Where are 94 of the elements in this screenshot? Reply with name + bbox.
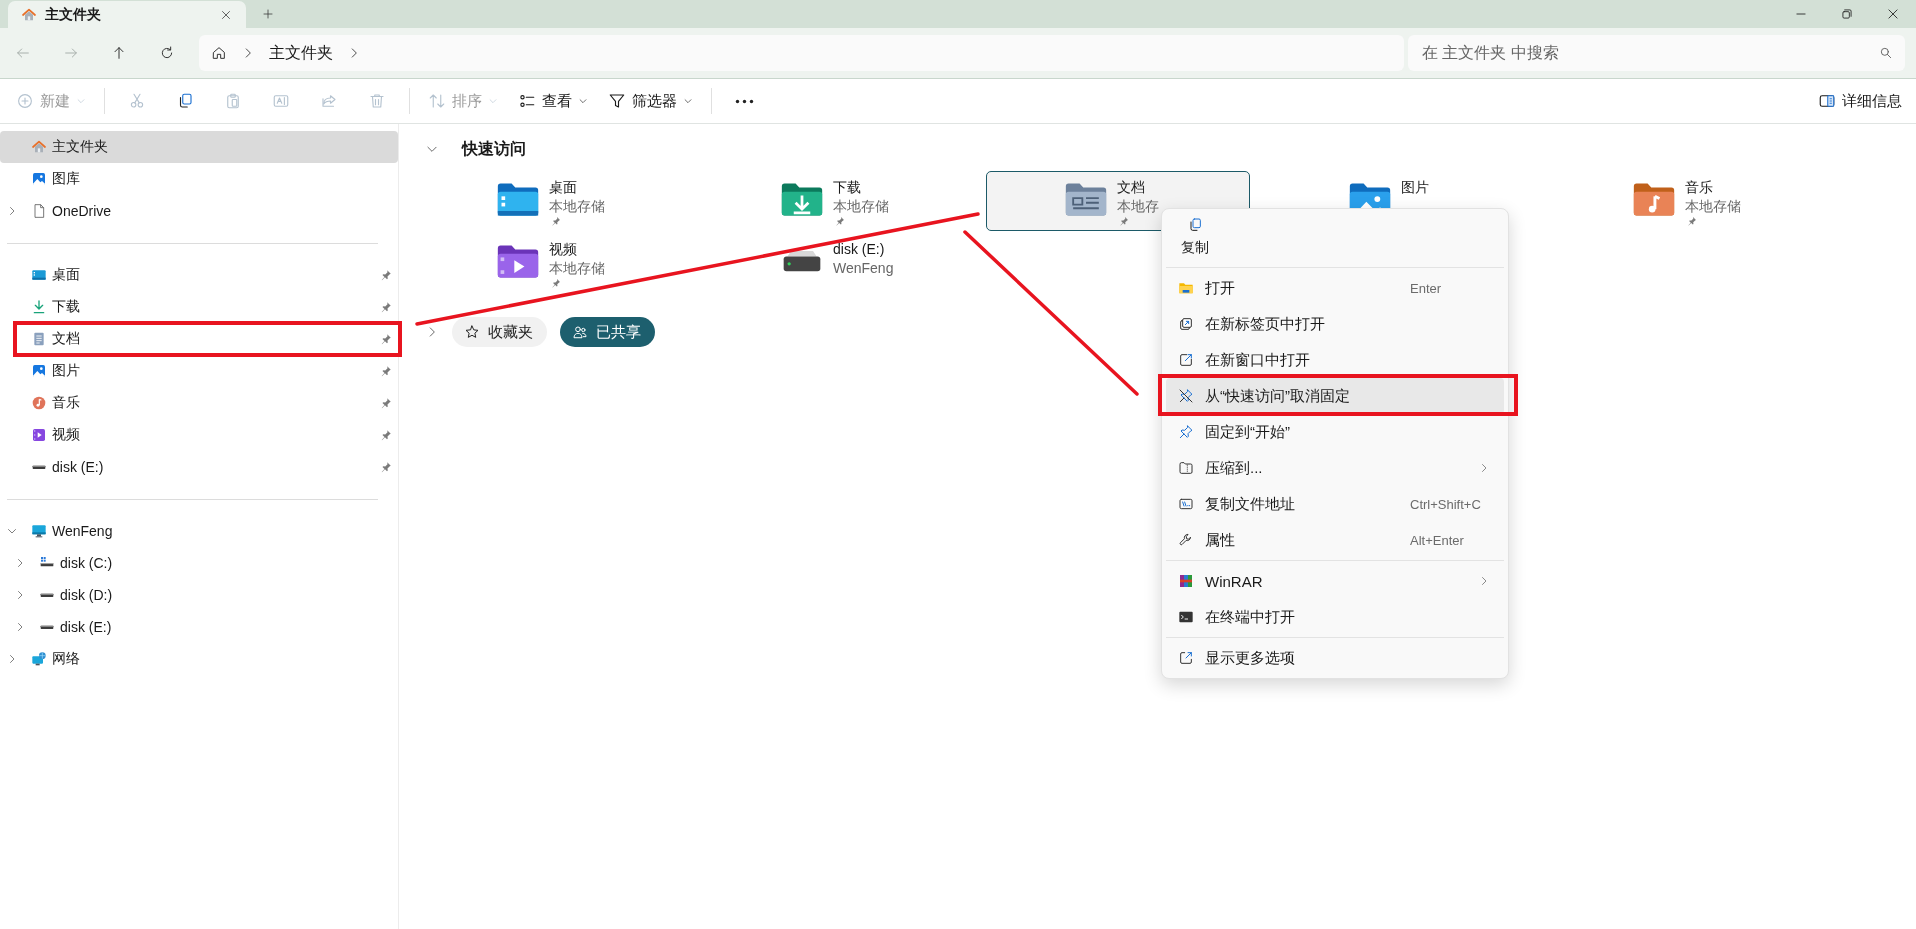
tile-name: 文档 — [1117, 178, 1145, 197]
sidebar-item[interactable]: disk (D:) — [0, 579, 398, 611]
tile-subtitle: WenFeng — [833, 259, 894, 278]
close-icon — [220, 8, 232, 21]
zip-folder-icon — [1178, 460, 1194, 476]
tile-subtitle: 本地存 — [1117, 197, 1159, 216]
sort-icon — [428, 92, 446, 110]
tile-name: 下载 — [833, 178, 861, 197]
wrench-icon — [1178, 532, 1194, 548]
window-tab[interactable]: 主文件夹 — [8, 1, 246, 28]
menu-item[interactable]: 复制文件地址 Ctrl+Shift+C — [1166, 486, 1504, 522]
folder-tile[interactable]: 下载 本地存储 — [702, 171, 966, 231]
terminal-icon — [1178, 609, 1194, 625]
menu-item[interactable]: WinRAR — [1166, 563, 1504, 599]
menu-item[interactable]: 从“快速访问”取消固定 — [1166, 378, 1504, 414]
breadcrumb[interactable]: 主文件夹 — [269, 42, 333, 64]
tile-name: 视频 — [549, 240, 577, 259]
sidebar-item[interactable]: disk (E:) — [0, 611, 398, 643]
home-icon — [31, 139, 47, 155]
close-icon — [1886, 7, 1900, 21]
document-icon — [31, 331, 47, 347]
people-icon — [572, 324, 588, 340]
folder-icon — [1178, 280, 1194, 296]
shortcut-text: Enter — [1410, 280, 1443, 296]
restore-icon — [1840, 7, 1854, 21]
tile-subtitle: 本地存储 — [833, 197, 889, 216]
video-icon — [31, 427, 47, 443]
sidebar-item[interactable]: WenFeng — [0, 515, 398, 547]
toolbar-button[interactable]: 筛选器 — [604, 85, 697, 117]
pin-icon — [1178, 424, 1194, 440]
sidebar-item[interactable]: disk (C:) — [0, 547, 398, 579]
picture-icon — [31, 363, 47, 379]
shortcut-text: Alt+Enter — [1410, 532, 1465, 548]
sidebar-item[interactable]: 音乐 — [0, 387, 398, 419]
plus-circle-icon — [16, 92, 34, 110]
menu-item[interactable]: 显示更多选项 — [1166, 640, 1504, 676]
details-pane-icon — [1818, 92, 1836, 110]
toolbar-button[interactable]: 查看 — [514, 85, 592, 117]
sidebar-item[interactable]: 主文件夹 — [0, 131, 398, 163]
menu-item[interactable]: 属性 Alt+Enter — [1166, 522, 1504, 558]
plus-icon — [262, 8, 274, 20]
folder-tile[interactable]: 视频 本地存储 — [418, 233, 682, 293]
new-tab-icon — [1178, 316, 1194, 332]
sidebar-item[interactable]: OneDrive — [0, 195, 398, 227]
music-icon — [31, 395, 47, 411]
tile-subtitle: 本地存储 — [549, 259, 605, 278]
sidebar-item[interactable]: 图库 — [0, 163, 398, 195]
folder-tile[interactable]: disk (E:) WenFeng — [702, 233, 966, 293]
address-bar[interactable]: 主文件夹 — [199, 35, 1404, 71]
folder-tile[interactable]: 桌面 本地存储 — [418, 171, 682, 231]
section-title: 快速访问 — [462, 138, 526, 159]
menu-item[interactable]: 在新窗口中打开 — [1166, 342, 1504, 378]
sidebar-item[interactable]: 下载 — [0, 291, 398, 323]
desktop-icon — [31, 267, 47, 283]
path-icon — [1178, 496, 1194, 512]
menu-item[interactable]: 固定到“开始” — [1166, 414, 1504, 450]
tile-name: 桌面 — [549, 178, 577, 197]
network-icon — [31, 651, 47, 667]
computer-icon — [31, 523, 47, 539]
tile-name: 音乐 — [1685, 178, 1713, 197]
list-view-icon — [518, 92, 536, 110]
filter-icon — [608, 92, 626, 110]
search-icon — [1879, 46, 1893, 60]
folder-tile[interactable]: 音乐 本地存储 — [1554, 171, 1818, 231]
menu-item[interactable]: 在终端中打开 — [1166, 599, 1504, 635]
picture-icon — [31, 171, 47, 187]
file-icon — [31, 203, 47, 219]
copy-icon — [1187, 217, 1203, 233]
shortcut-text: Ctrl+Shift+C — [1410, 496, 1482, 512]
archive-icon — [1178, 573, 1194, 589]
details-button[interactable]: 详细信息 — [1814, 85, 1906, 117]
sidebar-item[interactable]: 图片 — [0, 355, 398, 387]
search-field[interactable]: 在 主文件夹 中搜索 — [1408, 35, 1905, 71]
unpin-icon — [1178, 388, 1194, 404]
tile-subtitle: 本地存储 — [1685, 197, 1741, 216]
tile-name: 图片 — [1401, 178, 1429, 197]
tile-name: disk (E:) — [833, 240, 885, 259]
sidebar-item[interactable]: disk (E:) — [0, 451, 398, 483]
star-icon — [464, 324, 480, 340]
download-icon — [31, 299, 47, 315]
sidebar-item[interactable]: 文档 — [0, 323, 398, 355]
more-options-icon — [1178, 650, 1194, 666]
sidebar-item[interactable]: 网络 — [0, 643, 398, 675]
menu-item[interactable]: 在新标签页中打开 — [1166, 306, 1504, 342]
filter-chip[interactable]: 已共享 — [560, 317, 655, 347]
menu-item[interactable]: 打开 Enter — [1166, 270, 1504, 306]
home-icon — [211, 45, 227, 61]
sidebar-item[interactable]: 桌面 — [0, 259, 398, 291]
tile-subtitle: 本地存储 — [549, 197, 605, 216]
new-window-icon — [1178, 352, 1194, 368]
menu-item[interactable]: 压缩到... — [1166, 450, 1504, 486]
filter-chip[interactable]: 收藏夹 — [452, 317, 547, 347]
sidebar-item[interactable]: 视频 — [0, 419, 398, 451]
home-icon — [21, 6, 37, 23]
